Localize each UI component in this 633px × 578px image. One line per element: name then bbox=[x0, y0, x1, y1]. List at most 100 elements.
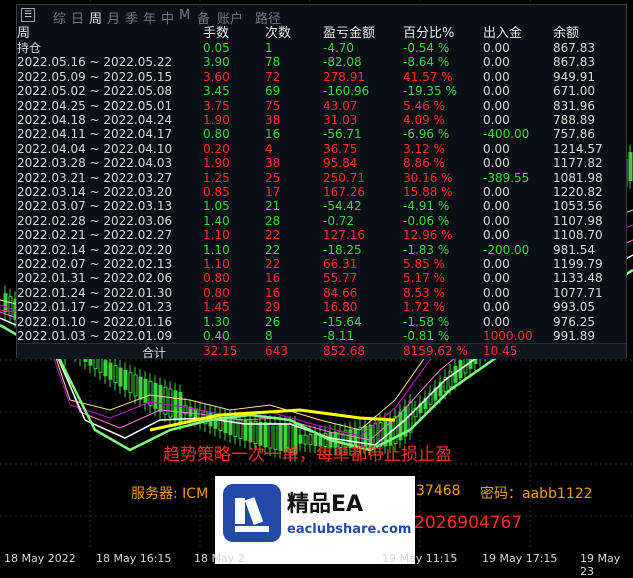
cell-pct: -0.06 % bbox=[403, 213, 450, 228]
cell-flow: 1000.00 bbox=[483, 329, 533, 343]
period-tab-bar: ☰ 综 日 周 月 季 年 中 M 备 账户 路径 bbox=[17, 5, 626, 27]
cell-pct: 12.96 % bbox=[403, 228, 453, 243]
tab-week[interactable]: 周 bbox=[89, 8, 102, 27]
cell-pnl: 36.75 bbox=[323, 141, 358, 156]
tab-quarter[interactable]: 季 bbox=[125, 8, 138, 27]
candle-body bbox=[238, 418, 243, 439]
cell-pct: 5.46 % bbox=[403, 98, 445, 113]
col-pct: 百分比% bbox=[403, 26, 455, 41]
time-label: 19 May 17:15 bbox=[482, 552, 558, 565]
time-label: 19 May 11:15 bbox=[382, 552, 458, 565]
total-label: 合计 bbox=[142, 346, 167, 360]
cell-balance: 788.89 bbox=[553, 113, 595, 127]
cell-pnl: 278.91 bbox=[323, 69, 365, 84]
cell-period: 2022.03.21 ~ 2022.03.27 bbox=[17, 170, 173, 185]
cell-pnl: 16.80 bbox=[323, 300, 358, 315]
cell-flow: 0.00 bbox=[483, 156, 510, 171]
cell-pct: 30.16 % bbox=[403, 170, 453, 185]
menu-icon[interactable]: ☰ bbox=[21, 8, 35, 22]
cell-pnl: -0.72 bbox=[323, 213, 355, 228]
cell-count: 25 bbox=[265, 170, 281, 185]
time-label: 19 May 23 bbox=[580, 552, 621, 578]
cell-pct: 41.57 % bbox=[403, 69, 453, 84]
cell-balance: 991.89 bbox=[553, 329, 595, 343]
cell-lots: 0.40 bbox=[203, 329, 230, 343]
cell-period: 2022.04.25 ~ 2022.05.01 bbox=[17, 98, 173, 113]
cell-balance: 1220.82 bbox=[553, 185, 603, 199]
cell-lots: 1.10 bbox=[203, 228, 230, 243]
cell-pnl: 43.07 bbox=[323, 98, 358, 113]
cell-lots: 0.80 bbox=[203, 127, 230, 142]
cell-balance: 1081.98 bbox=[553, 170, 603, 185]
cell-lots: 1.90 bbox=[203, 113, 230, 127]
cell-flow: 0.00 bbox=[483, 69, 510, 84]
cell-flow: 0.00 bbox=[483, 98, 510, 113]
cell-period: 2022.03.28 ~ 2022.04.03 bbox=[17, 156, 173, 171]
cell-pct: -4.91 % bbox=[403, 199, 450, 214]
logo-icon bbox=[223, 484, 281, 542]
tab-account[interactable]: 账户 bbox=[217, 8, 243, 27]
tab-path[interactable]: 路径 bbox=[255, 8, 281, 27]
cell-lots: 1.40 bbox=[203, 213, 230, 228]
total-pct: 8159.62 % bbox=[403, 344, 468, 358]
tab-summary[interactable]: 综 bbox=[53, 8, 66, 27]
cell-period: 2022.01.24 ~ 2022.01.30 bbox=[17, 285, 173, 300]
cell-count: 21 bbox=[265, 199, 281, 214]
tab-month[interactable]: 月 bbox=[107, 8, 120, 27]
col-period: 周 bbox=[17, 26, 31, 41]
cell-balance: 1199.79 bbox=[553, 257, 603, 271]
cell-flow: 0.00 bbox=[483, 55, 510, 70]
phone-number: 2026904767 bbox=[414, 513, 523, 533]
cell-period: 2022.05.16 ~ 2022.05.22 bbox=[17, 55, 173, 70]
cell-flow: 0.00 bbox=[483, 285, 510, 300]
cell-period: 2022.02.21 ~ 2022.02.27 bbox=[17, 228, 173, 243]
cell-flow: 0.00 bbox=[483, 213, 510, 228]
cell-flow: 0.00 bbox=[483, 113, 510, 127]
tab-notes[interactable]: 备 bbox=[197, 8, 210, 27]
cell-pct: -0.81 % bbox=[403, 329, 450, 343]
cell-pnl: 95.84 bbox=[323, 156, 358, 171]
time-label: 18 May 16:15 bbox=[96, 552, 172, 565]
cell-flow: -200.00 bbox=[483, 242, 530, 257]
cell-pct: -8.64 % bbox=[403, 55, 450, 70]
tab-year[interactable]: 年 bbox=[143, 8, 156, 27]
candle-body bbox=[143, 378, 148, 403]
cell-lots: 1.90 bbox=[203, 156, 230, 171]
server-label: 服务器: ICM bbox=[131, 486, 209, 502]
cell-pnl: -8.11 bbox=[323, 329, 355, 343]
cell-lots: 3.45 bbox=[203, 84, 230, 99]
cell-count: 26 bbox=[265, 314, 281, 329]
candle-body bbox=[8, 296, 13, 317]
cell-lots: 3.90 bbox=[203, 55, 230, 70]
col-balance: 余额 bbox=[553, 26, 580, 41]
cell-balance: 1053.56 bbox=[553, 199, 603, 214]
candle-body bbox=[133, 374, 138, 397]
tab-m[interactable]: M bbox=[179, 8, 190, 23]
cell-flow: 0.00 bbox=[483, 199, 510, 214]
time-label: 18 May 2 bbox=[194, 552, 245, 565]
cell-flow: 0.00 bbox=[483, 314, 510, 329]
cell-balance: 1177.82 bbox=[553, 156, 603, 171]
cell-count: 69 bbox=[265, 84, 281, 99]
candle-body bbox=[628, 152, 633, 182]
cell-balance: 1214.57 bbox=[553, 141, 603, 156]
cell-balance: 981.54 bbox=[553, 242, 595, 257]
tab-middle[interactable]: 中 bbox=[161, 8, 174, 27]
cell-pct: 8.86 % bbox=[403, 156, 445, 171]
cell-flow: 0.00 bbox=[483, 257, 510, 271]
total-pnl: 852.68 bbox=[323, 344, 365, 358]
cell-balance: 831.96 bbox=[553, 98, 595, 113]
cell-balance: 757.86 bbox=[553, 127, 595, 142]
cell-period: 2022.03.14 ~ 2022.03.20 bbox=[17, 185, 173, 199]
cell-pct: -0.54 % bbox=[403, 41, 450, 55]
cell-period: 2022.05.02 ~ 2022.05.08 bbox=[17, 84, 173, 99]
cell-count: 1 bbox=[265, 41, 273, 55]
cell-count: 4 bbox=[265, 141, 273, 156]
candle-body bbox=[228, 417, 233, 436]
total-row: 合计 32.15 643 852.68 8159.62 % 10.45 bbox=[17, 343, 626, 360]
cell-pnl: -4.70 bbox=[323, 41, 355, 55]
cell-pct: 4.09 % bbox=[403, 113, 445, 127]
tab-day[interactable]: 日 bbox=[71, 8, 84, 27]
strategy-text: 趋势策略一次一单，每单都带止损止盈 bbox=[163, 445, 452, 465]
candle-body bbox=[138, 376, 143, 400]
